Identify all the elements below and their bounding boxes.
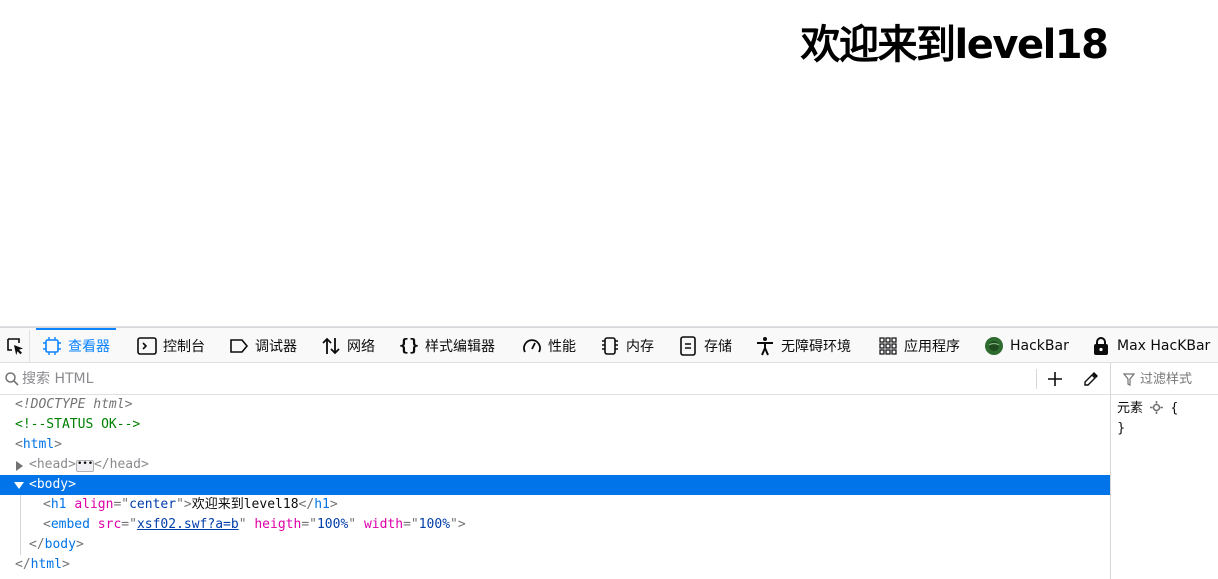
- embed-tag: embed: [50, 517, 90, 532]
- tab-console[interactable]: 控制台: [137, 330, 205, 362]
- filter-styles-input[interactable]: [1140, 370, 1216, 388]
- embed-width-attr: width: [363, 517, 404, 532]
- tab-memory[interactable]: 内存: [600, 330, 654, 362]
- console-icon: [137, 336, 157, 356]
- tab-inspector[interactable]: 查看器: [36, 328, 116, 362]
- network-icon: [321, 336, 341, 356]
- markup-line-doctype[interactable]: <!DOCTYPE html>: [0, 395, 1110, 415]
- markup-line-html-close[interactable]: </html>: [0, 555, 1110, 575]
- embed-width-value: 100%: [418, 517, 451, 532]
- rules-sidebar: 元素 { }: [1110, 363, 1218, 579]
- tab-label: HackBar: [1010, 338, 1069, 354]
- h1-text-node: 欢迎来到level18: [191, 497, 299, 512]
- element-picker-icon: [6, 338, 23, 356]
- tab-hackbar[interactable]: HackBar: [984, 330, 1069, 362]
- tab-performance[interactable]: 性能: [522, 330, 576, 362]
- markup-line-body-close[interactable]: </body>: [0, 535, 1110, 555]
- markup-line-comment[interactable]: <!--STATUS OK-->: [0, 415, 1110, 435]
- tab-label: 存储: [704, 339, 732, 355]
- tab-label: 性能: [548, 339, 576, 355]
- rule-close-brace: }: [1117, 421, 1126, 436]
- head-close-tag: head: [109, 457, 141, 472]
- application-icon: [878, 336, 898, 356]
- markup-line-body-selected[interactable]: <body>: [0, 475, 1110, 495]
- h1-attr-value: center: [129, 497, 177, 512]
- markup-line-html-open[interactable]: <html>: [0, 435, 1110, 455]
- html-tag: html: [22, 437, 55, 452]
- performance-icon: [522, 336, 542, 356]
- hackbar-icon: [984, 336, 1004, 356]
- h1-tag: h1: [50, 497, 67, 512]
- h1-attr-name: align: [74, 497, 114, 512]
- tab-label: 网络: [347, 339, 375, 355]
- tab-label: 查看器: [68, 339, 110, 355]
- embed-heigth-attr: heigth: [254, 517, 302, 532]
- embed-heigth-value: 100%: [316, 517, 349, 532]
- element-picker-button[interactable]: [0, 330, 30, 362]
- storage-icon: [678, 336, 698, 356]
- devtools-panel: 查看器 控制台 调试器 网络 {} 样式编辑器 性能 内存 存储 无障碍环境 应…: [0, 326, 1218, 579]
- tab-label: 无障碍环境: [781, 339, 851, 355]
- style-editor-icon: {}: [398, 336, 420, 356]
- element-rule: 元素 { }: [1117, 399, 1179, 439]
- expand-triangle-icon[interactable]: [16, 461, 23, 471]
- head-tag: head: [36, 457, 69, 472]
- collapsed-content-ellipsis[interactable]: •••: [75, 460, 94, 472]
- html-close-tag: html: [30, 557, 62, 572]
- body-close-tag: body: [44, 537, 76, 552]
- tab-label: 样式编辑器: [425, 339, 495, 355]
- search-icon: [5, 372, 19, 386]
- page-viewport: 欢迎来到level18: [0, 0, 1218, 326]
- inspector-icon: [42, 336, 62, 356]
- add-node-icon[interactable]: [1047, 371, 1063, 387]
- collapse-triangle-icon[interactable]: [14, 482, 24, 489]
- max-hackbar-icon: [1091, 336, 1111, 356]
- comment-node: <!--STATUS OK-->: [15, 417, 141, 432]
- search-bar-divider: [1036, 369, 1037, 389]
- accessibility-icon: [755, 336, 775, 356]
- search-html-input[interactable]: [22, 369, 922, 389]
- devtools-toolbar: 查看器 控制台 调试器 网络 {} 样式编辑器 性能 内存 存储 无障碍环境 应…: [0, 327, 1218, 363]
- tab-debugger[interactable]: 调试器: [229, 330, 297, 362]
- tab-network[interactable]: 网络: [321, 330, 375, 362]
- rule-open-brace: {: [1170, 401, 1179, 416]
- embed-src-link[interactable]: xsf02.swf?a=b: [137, 517, 239, 532]
- tab-style-editor[interactable]: {} 样式编辑器: [399, 330, 495, 362]
- embed-src-attr: src: [97, 517, 122, 532]
- tab-storage[interactable]: 存储: [678, 330, 732, 362]
- element-rule-label: 元素: [1117, 401, 1144, 416]
- markup-view: <!DOCTYPE html> <!--STATUS OK--> <html> …: [0, 395, 1110, 579]
- filter-styles-bar: [1111, 363, 1218, 395]
- filter-icon: [1123, 373, 1135, 386]
- h1-close-tag: h1: [314, 497, 330, 512]
- tab-max-hackbar[interactable]: Max HacKBar: [1091, 330, 1210, 362]
- gear-icon[interactable]: [1150, 401, 1164, 414]
- body-tag: body: [36, 477, 69, 492]
- tab-label: 控制台: [163, 339, 205, 355]
- debugger-icon: [229, 336, 249, 356]
- tab-accessibility[interactable]: 无障碍环境: [755, 330, 851, 362]
- memory-icon: [600, 336, 620, 356]
- doctype-node: <!DOCTYPE html>: [15, 397, 133, 412]
- tab-label: 内存: [626, 339, 654, 355]
- tab-label: 调试器: [255, 339, 297, 355]
- markup-line-h1[interactable]: <h1 align="center">欢迎来到level18</h1>: [0, 495, 1110, 515]
- markup-line-head[interactable]: <head>•••</head>: [0, 455, 1110, 475]
- tab-label: 应用程序: [904, 339, 960, 355]
- eyedropper-icon[interactable]: [1082, 370, 1100, 388]
- markup-line-embed[interactable]: <embed src="xsf02.swf?a=b" heigth="100%"…: [0, 515, 1110, 535]
- tab-application[interactable]: 应用程序: [878, 330, 960, 362]
- html-search-bar: [0, 363, 1111, 395]
- page-title: 欢迎来到level18: [800, 22, 1109, 68]
- tab-label: Max HacKBar: [1117, 338, 1211, 354]
